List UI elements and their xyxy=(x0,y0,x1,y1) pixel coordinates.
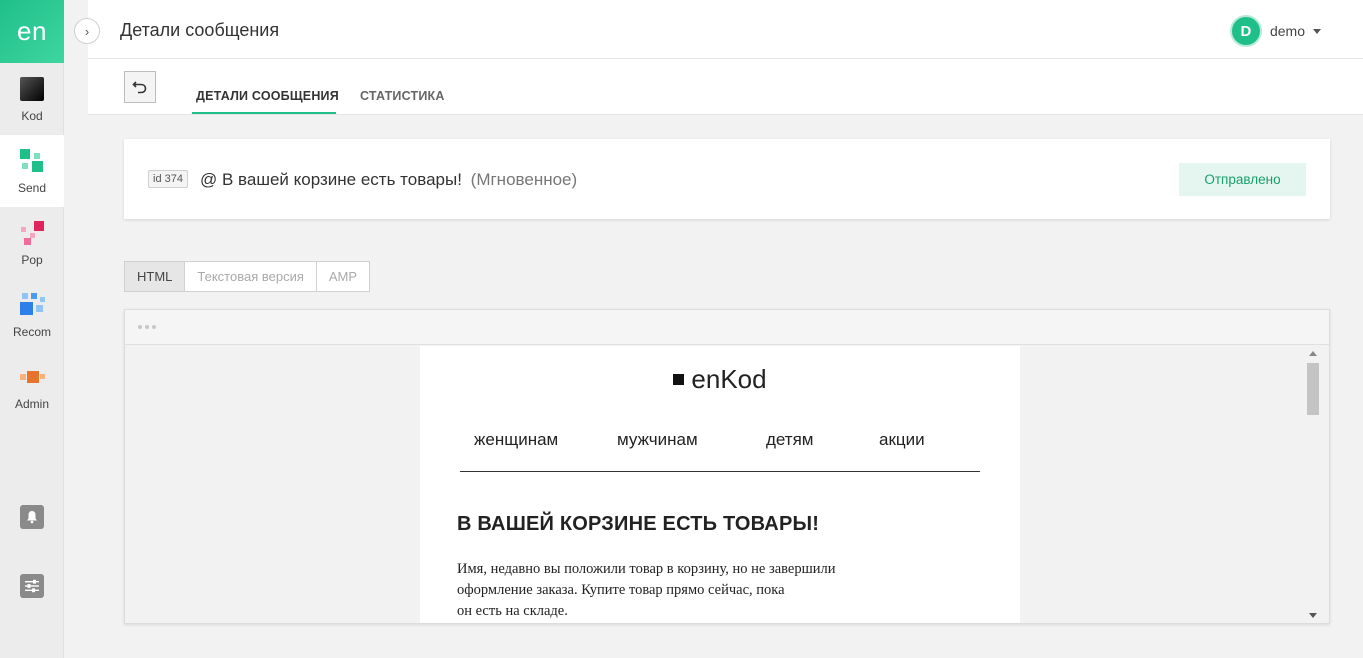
message-subject: @ В вашей корзине есть товары! (Мгновенн… xyxy=(200,170,577,190)
page-title: Детали сообщения xyxy=(120,20,280,40)
avatar: D xyxy=(1229,15,1262,47)
view-amp-button[interactable]: AMP xyxy=(317,262,369,291)
status-badge: Отправлено xyxy=(1179,163,1306,196)
sidebar-item-label: Admin xyxy=(14,397,49,411)
top-header: Детали сообщения D demo xyxy=(88,0,1363,59)
message-info-card: id 374 @ В вашей корзине есть товары! (М… xyxy=(124,139,1330,219)
recom-icon xyxy=(18,291,46,319)
email-body-text: Имя, недавно вы положили товар в корзину… xyxy=(457,561,836,619)
message-type: (Мгновенное) xyxy=(470,170,578,189)
tabs-bar: ДЕТАЛИ СООБЩЕНИЯ СТАТИСТИКА xyxy=(88,59,1363,115)
send-icon xyxy=(18,147,46,175)
chevron-right-icon: › xyxy=(84,23,90,39)
brand-text: enKod xyxy=(691,364,767,394)
sidebar-item-send[interactable]: Send xyxy=(0,135,64,207)
sidebar-item-label: Recom xyxy=(12,325,51,339)
logo-text: en xyxy=(17,16,47,46)
admin-icon xyxy=(18,363,46,391)
email-nav-divider xyxy=(460,471,980,472)
window-dots-icon xyxy=(138,325,156,329)
email-nav-men[interactable]: мужчинам xyxy=(617,430,698,450)
username: demo xyxy=(1269,23,1305,39)
subject-text: @ В вашей корзине есть товары! xyxy=(200,170,462,189)
pop-icon xyxy=(18,219,46,247)
scrollbar-thumb[interactable] xyxy=(1307,363,1319,415)
email-preview-window: enKod женщинам мужчинам детям акции В ВА… xyxy=(124,309,1330,624)
sidebar-item-label: Send xyxy=(17,181,47,195)
notifications-button[interactable] xyxy=(0,505,64,529)
undo-icon xyxy=(132,81,147,94)
app-logo[interactable]: en xyxy=(0,0,64,63)
caret-down-icon xyxy=(1313,28,1321,34)
sidebar: en Kod Send Pop Recom Admin xyxy=(0,0,64,658)
preview-titlebar xyxy=(125,310,1329,345)
view-html-button[interactable]: HTML xyxy=(125,262,186,291)
user-menu[interactable]: D demo xyxy=(1229,15,1321,47)
sidebar-item-recom[interactable]: Recom xyxy=(0,279,64,351)
email-content: enKod женщинам мужчинам детям акции В ВА… xyxy=(420,346,1020,623)
sidebar-item-label: Kod xyxy=(21,109,43,123)
settings-sliders-icon xyxy=(20,574,44,598)
sidebar-item-pop[interactable]: Pop xyxy=(0,207,64,279)
email-nav-sales[interactable]: акции xyxy=(879,430,925,450)
sidebar-item-admin[interactable]: Admin xyxy=(0,351,64,423)
active-tab-indicator xyxy=(192,112,336,114)
view-text-button[interactable]: Текстовая версия xyxy=(185,262,317,291)
back-button[interactable] xyxy=(124,71,156,103)
email-nav-kids[interactable]: детям xyxy=(766,430,814,450)
view-switch: HTML Текстовая версия AMP xyxy=(124,261,371,292)
settings-button[interactable] xyxy=(0,574,64,598)
sidebar-item-label: Pop xyxy=(21,253,43,267)
preview-scrollbar[interactable] xyxy=(1306,346,1320,623)
email-brand-logo: enKod xyxy=(420,364,1020,395)
email-headline: В ВАШЕЙ КОРЗИНЕ ЕСТЬ ТОВАРЫ! xyxy=(457,513,820,535)
email-nav-women[interactable]: женщинам xyxy=(474,430,558,450)
sidebar-toggle-button[interactable]: › xyxy=(74,18,100,44)
scroll-up-icon[interactable] xyxy=(1309,351,1317,356)
sidebar-item-kod[interactable]: Kod xyxy=(0,63,64,135)
tab-statistics[interactable]: СТАТИСТИКА xyxy=(360,89,445,103)
tab-message-details[interactable]: ДЕТАЛИ СООБЩЕНИЯ xyxy=(196,89,339,103)
bell-icon xyxy=(20,505,44,529)
scroll-down-icon[interactable] xyxy=(1309,613,1317,618)
kod-icon xyxy=(18,75,46,103)
id-badge: id 374 xyxy=(148,170,188,188)
